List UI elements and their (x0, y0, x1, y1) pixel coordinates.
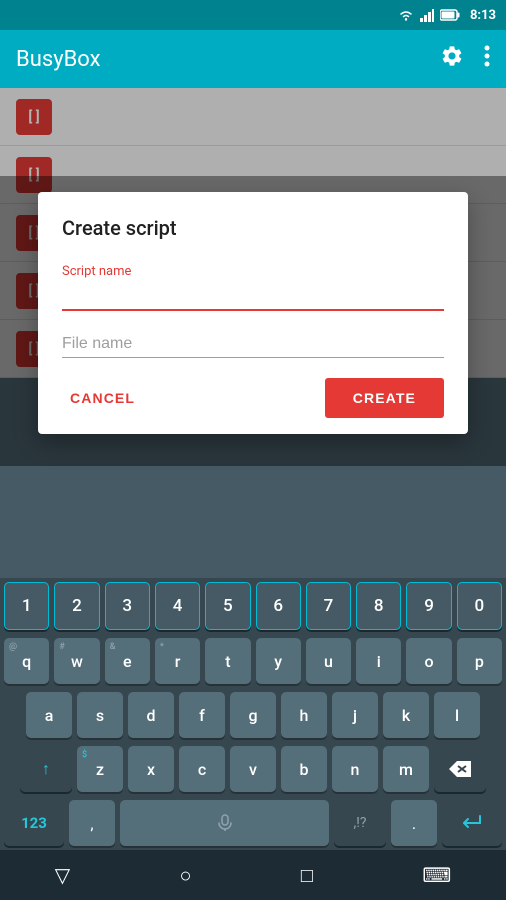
key-7[interactable]: 7 (306, 582, 351, 630)
key-u[interactable]: u (306, 638, 351, 684)
signal-icon (420, 8, 434, 22)
key-4[interactable]: 4 (155, 582, 200, 630)
key-n[interactable]: n (332, 746, 378, 792)
settings-icon[interactable] (440, 44, 464, 74)
battery-icon (440, 9, 460, 21)
key-w[interactable]: #w (54, 638, 99, 684)
key-8[interactable]: 8 (356, 582, 401, 630)
key-2[interactable]: 2 (54, 582, 99, 630)
keyboard-bottom-row: 123 , ,!? . (0, 796, 506, 850)
key-g[interactable]: g (230, 692, 276, 738)
num-switch-key[interactable]: 123 (4, 800, 64, 846)
period-key[interactable]: . (391, 800, 437, 846)
keyboard: 1 2 3 4 5 6 7 8 9 0 @q #w &e *r t y u i … (0, 578, 506, 850)
app-title: BusyBox (16, 47, 440, 72)
file-name-group (62, 331, 444, 358)
key-6[interactable]: 6 (256, 582, 301, 630)
space-key[interactable] (120, 800, 329, 846)
key-f[interactable]: f (179, 692, 225, 738)
file-name-input[interactable] (62, 331, 444, 358)
enter-key[interactable] (442, 800, 502, 846)
key-r[interactable]: *r (155, 638, 200, 684)
script-name-group: Script name (62, 264, 444, 311)
wifi-icon (398, 8, 414, 22)
key-b[interactable]: b (281, 746, 327, 792)
key-h[interactable]: h (281, 692, 327, 738)
app-bar-icons (440, 44, 490, 74)
delete-key[interactable] (434, 746, 486, 792)
more-options-icon[interactable] (484, 44, 490, 74)
status-time: 8:13 (470, 8, 496, 23)
dialog-actions: CANCEL CREATE (62, 378, 444, 418)
keyboard-asdf-row: a s d f g h j k l (0, 688, 506, 742)
dialog-overlay: Create script Script name CANCEL CREATE (0, 176, 506, 466)
shift-key[interactable]: ↑ (20, 746, 72, 792)
create-script-dialog: Create script Script name CANCEL CREATE (38, 192, 468, 434)
key-0[interactable]: 0 (457, 582, 502, 630)
key-p[interactable]: p (457, 638, 502, 684)
key-1[interactable]: 1 (4, 582, 49, 630)
key-i[interactable]: i (356, 638, 401, 684)
script-name-label: Script name (62, 264, 444, 279)
mic-icon (216, 814, 234, 832)
navigation-bar: ▽ ○ □ ⌨ (0, 850, 506, 900)
key-y[interactable]: y (256, 638, 301, 684)
key-j[interactable]: j (332, 692, 378, 738)
back-button[interactable]: ▽ (55, 863, 70, 887)
key-x[interactable]: x (128, 746, 174, 792)
status-bar: 8:13 (0, 0, 506, 30)
create-button[interactable]: CREATE (325, 378, 444, 418)
key-9[interactable]: 9 (406, 582, 451, 630)
main-content: [ ] [ ] [ ] [ ] [ ] Restart UI Create sc… (0, 88, 506, 378)
key-o[interactable]: o (406, 638, 451, 684)
punctuation-key[interactable]: ,!? (334, 800, 386, 846)
key-v[interactable]: v (230, 746, 276, 792)
keyboard-zxcv-row: ↑ $z x c v b n m (0, 742, 506, 796)
status-icons: 8:13 (398, 8, 496, 23)
list-item: [ ] (0, 88, 506, 146)
key-a[interactable]: a (26, 692, 72, 738)
cancel-button[interactable]: CANCEL (62, 382, 143, 414)
key-q[interactable]: @q (4, 638, 49, 684)
home-button[interactable]: ○ (179, 863, 191, 888)
dialog-title: Create script (62, 216, 444, 240)
key-t[interactable]: t (205, 638, 250, 684)
app-bar: BusyBox (0, 30, 506, 88)
key-e[interactable]: &e (105, 638, 150, 684)
key-c[interactable]: c (179, 746, 225, 792)
enter-icon (460, 813, 484, 833)
key-k[interactable]: k (383, 692, 429, 738)
key-5[interactable]: 5 (205, 582, 250, 630)
keyboard-switch-button[interactable]: ⌨ (422, 863, 451, 887)
key-3[interactable]: 3 (105, 582, 150, 630)
key-d[interactable]: d (128, 692, 174, 738)
keyboard-qwerty-row: @q #w &e *r t y u i o p (0, 634, 506, 688)
key-m[interactable]: m (383, 746, 429, 792)
recents-button[interactable]: □ (301, 863, 313, 888)
keyboard-number-row: 1 2 3 4 5 6 7 8 9 0 (0, 578, 506, 634)
key-l[interactable]: l (434, 692, 480, 738)
script-name-input[interactable] (62, 283, 444, 311)
key-z[interactable]: $z (77, 746, 123, 792)
comma-key[interactable]: , (69, 800, 115, 846)
key-s[interactable]: s (77, 692, 123, 738)
list-icon: [ ] (16, 99, 52, 135)
